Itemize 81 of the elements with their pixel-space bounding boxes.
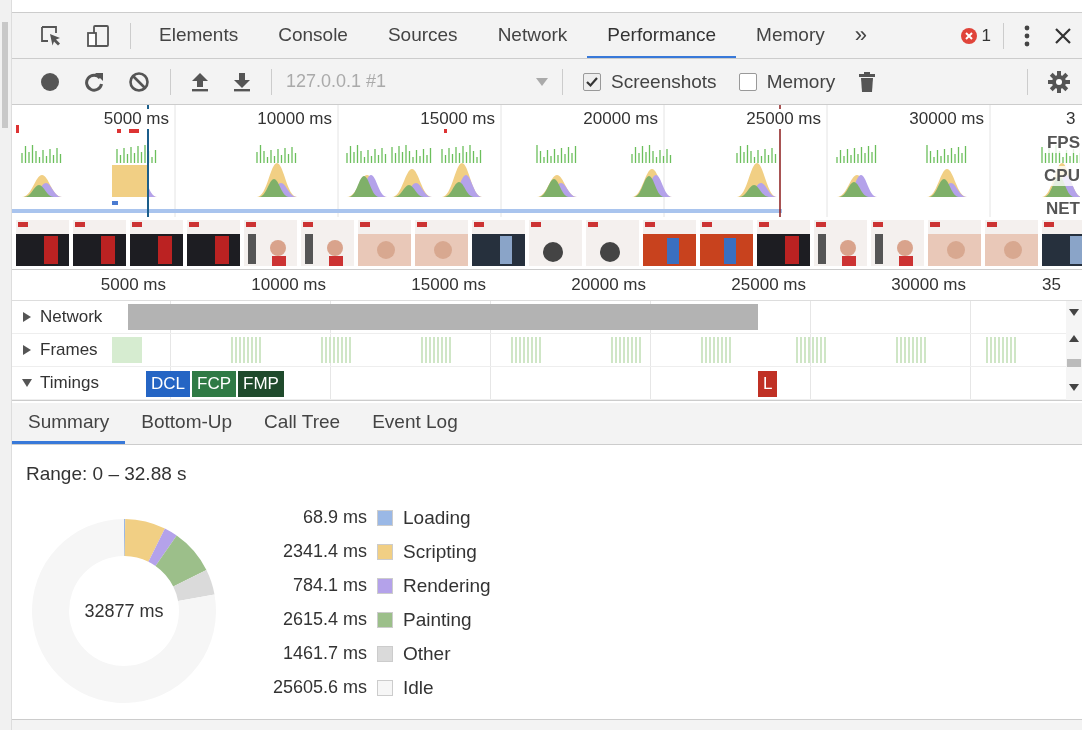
trash-icon[interactable] <box>859 71 876 92</box>
scrollbar-thumb[interactable] <box>1067 358 1081 367</box>
screenshot-thumbnail <box>814 220 867 266</box>
checkbox[interactable] <box>738 72 757 91</box>
time-tick-label: 10000 ms <box>250 275 326 295</box>
screenshot-thumbnail <box>358 220 411 266</box>
panel-tab[interactable]: Console <box>258 13 368 58</box>
upload-icon[interactable] <box>191 71 209 92</box>
expand-icon <box>22 345 32 355</box>
timing-marker[interactable]: DCL <box>146 371 190 397</box>
lane-label: CPU <box>1042 166 1082 186</box>
clear-icon[interactable] <box>128 70 150 93</box>
screenshot-thumbnail <box>472 220 525 266</box>
duration-value: 2341.4 ms <box>281 541 367 562</box>
panel-tab[interactable]: Memory <box>736 13 845 58</box>
download-icon[interactable] <box>233 71 251 92</box>
time-tick-label: 25000 ms <box>730 275 806 295</box>
more-tabs-button[interactable]: » <box>844 13 877 58</box>
category-label: Rendering <box>403 574 491 597</box>
settings-icon[interactable] <box>1048 70 1070 93</box>
checkbox[interactable] <box>583 72 601 91</box>
panel-tab[interactable]: Elements <box>139 13 259 58</box>
time-tick-label: 30000 ms <box>890 275 966 295</box>
time-tick-label: 20000 ms <box>570 275 646 295</box>
inspect-icon[interactable] <box>40 24 62 47</box>
timing-marker[interactable]: FCP <box>192 371 236 397</box>
screenshot-thumbnail <box>415 220 468 266</box>
duration-value: 1461.7 ms <box>281 643 367 664</box>
close-icon[interactable] <box>1054 26 1072 45</box>
details-tab[interactable]: Summary <box>12 403 126 444</box>
screenshot-thumbnail <box>130 220 183 266</box>
caret-icon <box>536 76 548 87</box>
screenshot-thumbnail <box>529 220 582 266</box>
time-tick-label: 35 <box>1042 275 1061 295</box>
device-icon[interactable] <box>86 23 110 48</box>
screenshot-thumbnail <box>928 220 981 266</box>
error-count[interactable]: 1 <box>981 25 991 46</box>
category-label: Scripting <box>403 540 477 563</box>
screenshot-thumbnail <box>187 220 240 266</box>
screenshot-thumbnail <box>244 220 297 266</box>
details-tab[interactable]: Event Log <box>356 403 474 444</box>
range-label: Range: 0 – 32.88 s <box>26 463 188 485</box>
screenshot-thumbnail <box>985 220 1038 266</box>
details-tab[interactable]: Bottom-Up <box>125 403 249 444</box>
expand-icon <box>22 378 32 388</box>
screenshot-thumbnail <box>700 220 753 266</box>
duration-value: 2615.4 ms <box>281 609 367 630</box>
scrollbar-thumb[interactable] <box>2 22 8 128</box>
panel-tab[interactable]: Sources <box>367 13 478 58</box>
category-label: Painting <box>403 608 472 631</box>
scroll-up-icon[interactable] <box>1069 334 1079 343</box>
duration-value: 25605.6 ms <box>271 677 367 698</box>
screenshot-thumbnail <box>871 220 924 266</box>
scroll-down-icon[interactable] <box>1069 309 1079 318</box>
total-time: 32877 ms <box>84 600 164 622</box>
time-tick-label: 5000 ms <box>99 275 166 295</box>
screenshot-thumbnail <box>643 220 696 266</box>
duration-value: 784.1 ms <box>291 575 367 596</box>
scroll-down-icon[interactable] <box>1069 383 1079 392</box>
category-label: Loading <box>403 506 471 529</box>
reload-icon[interactable] <box>84 71 104 92</box>
timing-marker[interactable]: L <box>758 371 778 397</box>
screenshot-thumbnail <box>757 220 810 266</box>
timing-marker[interactable]: FMP <box>238 371 284 397</box>
time-tick-label: 15000 ms <box>410 275 486 295</box>
checkbox-label[interactable]: Memory <box>766 70 836 93</box>
screenshot-thumbnail <box>586 220 639 266</box>
category-label: Idle <box>403 676 434 699</box>
screenshot-thumbnail <box>301 220 354 266</box>
error-icon <box>959 26 978 45</box>
screenshot-thumbnail <box>1042 220 1082 266</box>
screenshot-thumbnail <box>73 220 126 266</box>
duration-value: 68.9 ms <box>301 507 367 528</box>
expand-icon <box>22 312 32 322</box>
category-label: Other <box>403 642 451 665</box>
record-icon[interactable] <box>40 71 60 92</box>
more-options-icon[interactable] <box>1024 24 1030 47</box>
details-tab[interactable]: Call Tree <box>248 403 357 444</box>
panel-tab[interactable]: Network <box>477 13 588 58</box>
screenshot-thumbnail <box>16 220 69 266</box>
checkbox-label[interactable]: Screenshots <box>611 70 717 93</box>
